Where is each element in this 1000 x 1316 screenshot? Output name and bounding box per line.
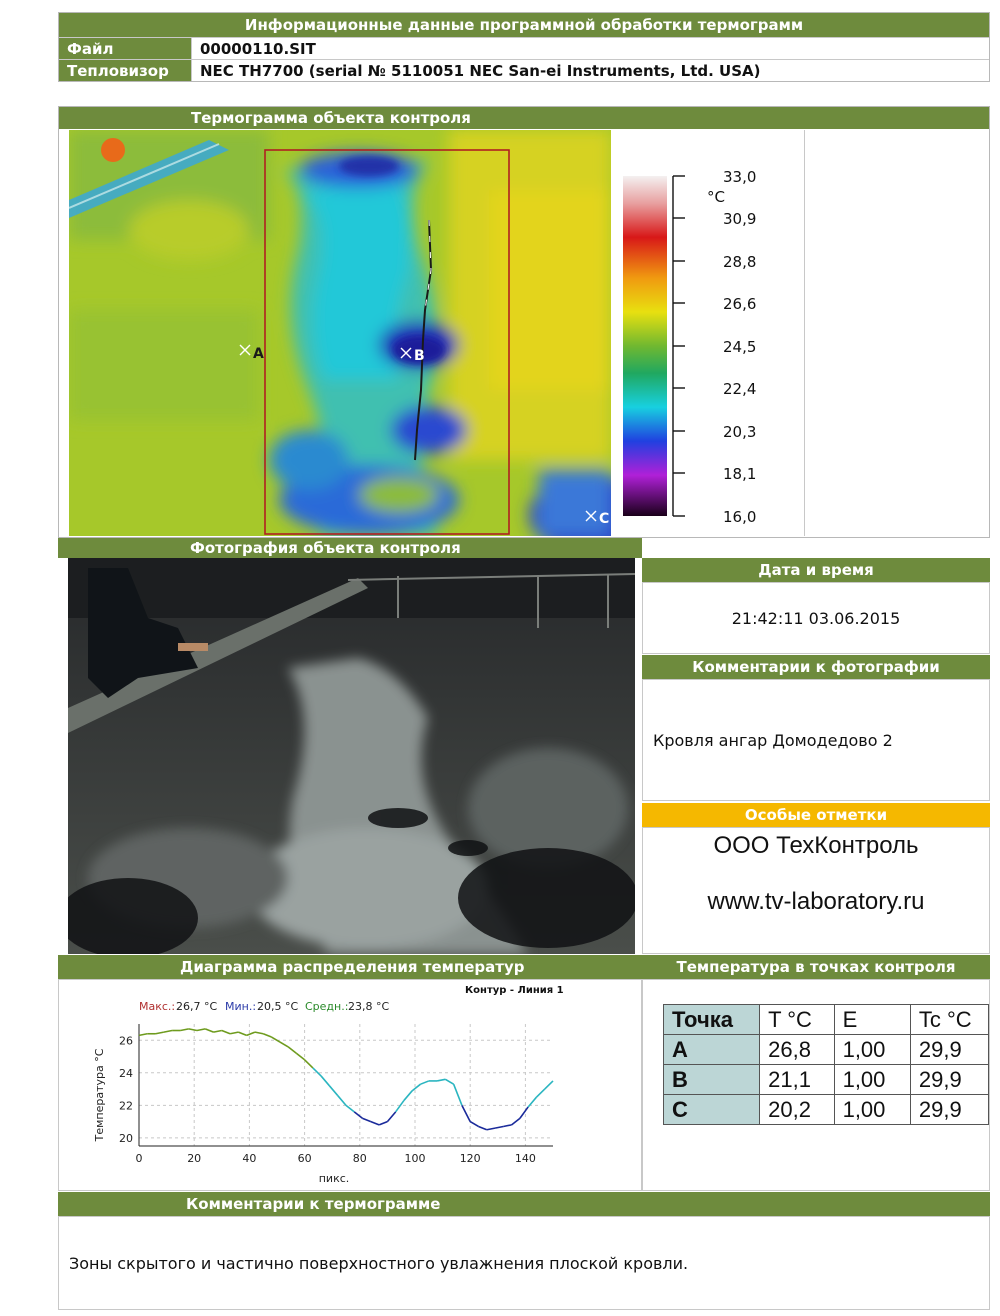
point-temp: 20,2 bbox=[759, 1094, 835, 1125]
y-axis-label: Температура °C bbox=[93, 1048, 106, 1142]
photo-title: Фотография объекта контроля bbox=[58, 538, 642, 558]
thermogram-comments-title: Комментарии к термограмме bbox=[58, 1192, 990, 1216]
plot-area bbox=[139, 1024, 553, 1146]
datetime-value: 21:42:11 03.06.2015 bbox=[642, 582, 990, 654]
avg-label: Средн.: bbox=[305, 1000, 348, 1013]
points-box: Точка T °C E Tc °C A 26,8 1,00 29,9 B 21… bbox=[642, 979, 990, 1191]
scale-tick: 30,9 bbox=[723, 210, 756, 228]
scale-tick: 33,0 bbox=[723, 168, 756, 186]
points-title: Температура в точках контроля bbox=[642, 955, 990, 979]
scale-unit: °C bbox=[707, 188, 725, 206]
object-photo bbox=[68, 558, 635, 954]
x-axis-label: пикс. bbox=[319, 1172, 350, 1185]
max-value: 26,7 °C bbox=[176, 1000, 217, 1013]
scale-tick: 26,6 bbox=[723, 295, 756, 313]
thermogram-section: Термограмма объекта контроля A B C °C 33… bbox=[58, 106, 990, 538]
photo-comments-text: Кровля ангар Домодедово 2 bbox=[642, 679, 990, 801]
table-row: A 26,8 1,00 29,9 bbox=[662, 1034, 990, 1065]
point-temp: 21,1 bbox=[759, 1064, 835, 1095]
scale-tick: 16,0 bbox=[723, 508, 756, 526]
x-tick-label: 20 bbox=[187, 1152, 201, 1165]
temp-chart: Контур - Линия 1 Макс.: 26,7 °C Мин.: 20… bbox=[58, 979, 642, 1191]
point-name: A bbox=[662, 1034, 761, 1065]
point-name: C bbox=[662, 1094, 761, 1125]
thermogram-comments-text: Зоны скрытого и частично поверхностного … bbox=[58, 1216, 990, 1310]
scale-tick: 28,8 bbox=[723, 253, 756, 271]
table-row: B 21,1 1,00 29,9 bbox=[662, 1064, 990, 1095]
x-tick-label: 80 bbox=[353, 1152, 367, 1165]
special-notes-title: Особые отметки bbox=[642, 803, 990, 827]
point-emissivity: 1,00 bbox=[833, 1034, 911, 1065]
max-label: Макс.: bbox=[139, 1000, 175, 1013]
camera-value: NEC TH7700 (serial № 5110051 NEC San-ei … bbox=[191, 60, 989, 81]
point-tc: 29,9 bbox=[909, 1064, 990, 1095]
company-name: ООО ТехКонтроль bbox=[713, 832, 919, 859]
scale-tick: 22,4 bbox=[723, 380, 756, 398]
marker-b-label: B bbox=[414, 348, 425, 364]
x-tick-label: 120 bbox=[460, 1152, 481, 1165]
color-scale: °C 33,0 30,9 28,8 26,6 24,5 22,4 20,3 18… bbox=[611, 130, 805, 536]
temp-chart-svg: Контур - Линия 1 Макс.: 26,7 °C Мин.: 20… bbox=[93, 985, 564, 1185]
thermogram-image: A B C bbox=[69, 130, 611, 536]
point-temp: 26,8 bbox=[759, 1034, 835, 1065]
point-emissivity: 1,00 bbox=[833, 1064, 911, 1095]
temp-chart-title: Диаграмма распределения температур bbox=[58, 955, 642, 979]
points-table: Точка T °C E Tc °C A 26,8 1,00 29,9 B 21… bbox=[662, 1004, 990, 1125]
points-header: Точка bbox=[662, 1004, 761, 1035]
y-tick-label: 26 bbox=[119, 1034, 133, 1047]
points-header: E bbox=[833, 1004, 911, 1035]
min-value: 20,5 °C bbox=[257, 1000, 298, 1013]
x-tick-label: 40 bbox=[242, 1152, 256, 1165]
photo-comments-title: Комментарии к фотографии bbox=[642, 655, 990, 679]
x-tick-label: 140 bbox=[515, 1152, 536, 1165]
company-website: www.tv-laboratory.ru bbox=[707, 888, 925, 915]
x-tick-label: 100 bbox=[405, 1152, 426, 1165]
marker-a-label: A bbox=[253, 346, 264, 362]
y-tick-label: 20 bbox=[119, 1132, 133, 1145]
point-emissivity: 1,00 bbox=[833, 1094, 911, 1125]
y-tick-label: 24 bbox=[119, 1067, 133, 1080]
file-label: Файл bbox=[59, 38, 191, 59]
marker-c-label: C bbox=[599, 511, 609, 527]
table-row: C 20,2 1,00 29,9 bbox=[662, 1094, 990, 1125]
datetime-title: Дата и время bbox=[642, 558, 990, 582]
x-tick-label: 60 bbox=[298, 1152, 312, 1165]
avg-value: 23,8 °C bbox=[348, 1000, 389, 1013]
point-name: B bbox=[662, 1064, 761, 1095]
info-header: Информационные данные программной обрабо… bbox=[58, 12, 990, 82]
file-value: 00000110.SIT bbox=[191, 38, 989, 59]
min-label: Мин.: bbox=[225, 1000, 256, 1013]
thermogram-title: Термограмма объекта контроля bbox=[59, 107, 989, 129]
chart-title: Контур - Линия 1 bbox=[465, 985, 564, 996]
points-header: Tc °C bbox=[909, 1004, 990, 1035]
scale-tick: 24,5 bbox=[723, 338, 756, 356]
point-tc: 29,9 bbox=[909, 1094, 990, 1125]
report-title: Информационные данные программной обрабо… bbox=[59, 13, 989, 37]
y-tick-label: 22 bbox=[119, 1099, 133, 1112]
scale-tick: 20,3 bbox=[723, 423, 756, 441]
special-notes-box: ООО ТехКонтроль www.tv-laboratory.ru bbox=[642, 827, 990, 954]
scale-tick: 18,1 bbox=[723, 465, 756, 483]
point-tc: 29,9 bbox=[909, 1034, 990, 1065]
camera-label: Тепловизор bbox=[59, 60, 191, 81]
points-header: T °C bbox=[759, 1004, 835, 1035]
x-tick-label: 0 bbox=[136, 1152, 143, 1165]
